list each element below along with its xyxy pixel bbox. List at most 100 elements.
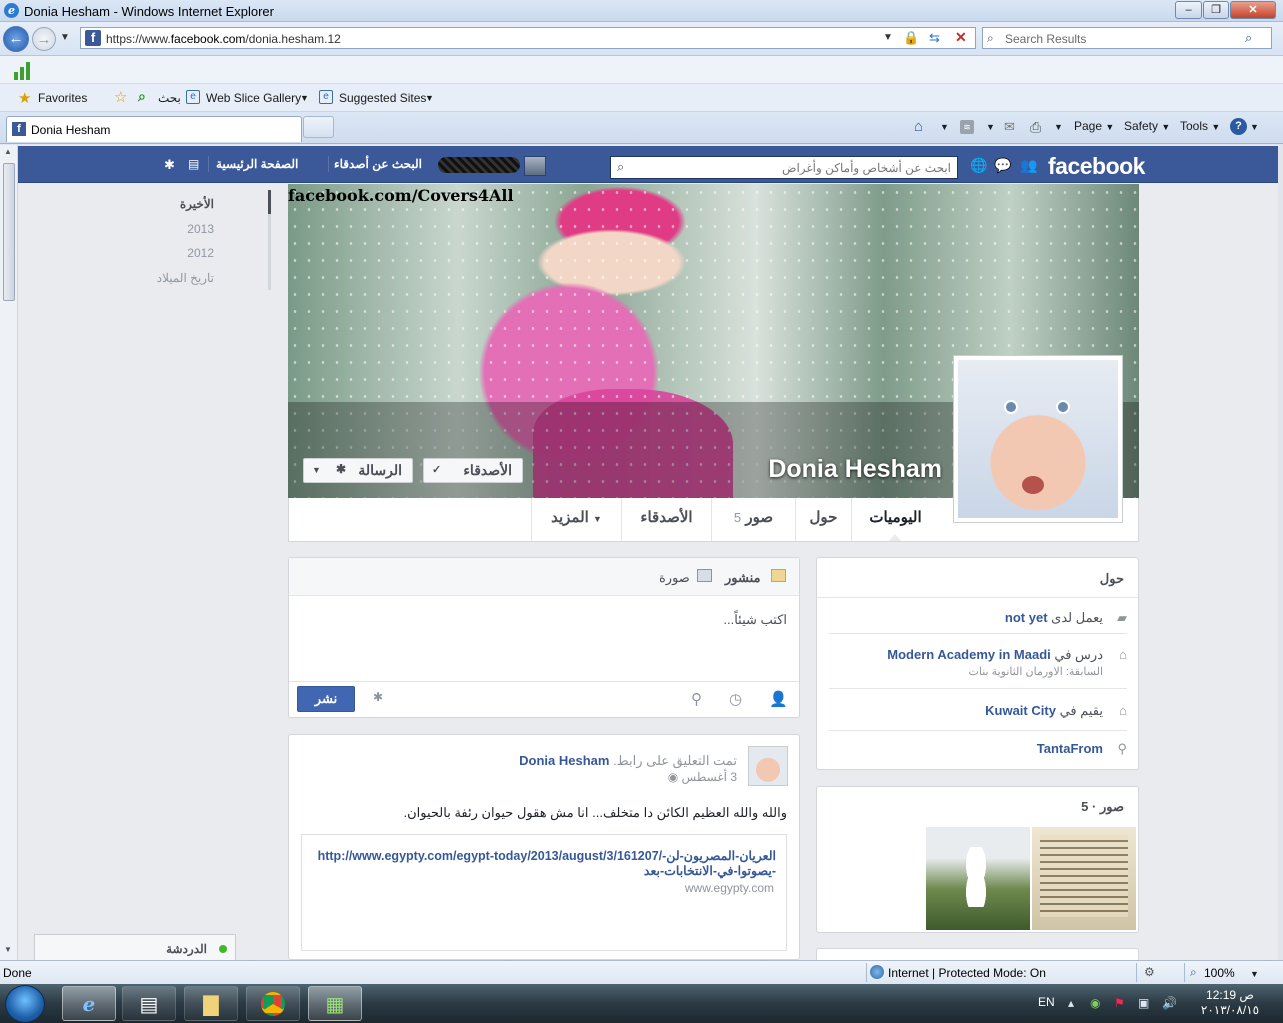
facebook-search-input[interactable]: ابحث عن أشخاص وأماكن وأغراض ⌕: [610, 156, 958, 179]
search-addon-icon[interactable]: ⌕: [138, 88, 146, 105]
lock-icon[interactable]: 🔒: [903, 30, 919, 46]
back-button[interactable]: ←: [3, 26, 29, 52]
message-button[interactable]: الرسالة ✱ ▼: [303, 458, 413, 483]
address-dropdown[interactable]: ▼: [883, 32, 893, 43]
minimize-button[interactable]: –: [1175, 1, 1202, 19]
favorites-button[interactable]: Favorites: [38, 91, 87, 105]
print-icon[interactable]: ⎙: [1030, 119, 1041, 136]
scrollbar-thumb[interactable]: [3, 163, 15, 301]
find-friends-link[interactable]: البحث عن أصدقاء: [334, 157, 422, 171]
year-2012[interactable]: 2012: [114, 246, 214, 260]
safety-menu[interactable]: Safety ▼: [1124, 119, 1170, 133]
photos-title[interactable]: صور · 5: [1081, 799, 1124, 815]
taskbar-explorer[interactable]: ▇: [184, 986, 238, 1021]
start-button[interactable]: [5, 985, 45, 1023]
language-indicator[interactable]: EN: [1038, 995, 1055, 1009]
zoom-dropdown[interactable]: ▼: [1250, 969, 1259, 979]
redacted-username[interactable]: [438, 157, 520, 173]
tools-menu[interactable]: Tools ▼: [1180, 119, 1220, 133]
volume-icon[interactable]: 🔊: [1162, 996, 1177, 1010]
scroll-down-arrow[interactable]: ▼: [4, 945, 12, 954]
shared-link-url[interactable]: http://www.egypty.com/egypt-today/2013/a…: [314, 849, 776, 879]
friends-button[interactable]: الأصدقاء ✓: [423, 458, 523, 483]
post-author-name[interactable]: Donia Hesham: [519, 753, 609, 768]
home-dropdown[interactable]: ▼: [940, 122, 949, 132]
signal-bars-icon[interactable]: [14, 62, 34, 80]
taskbar-ie[interactable]: e: [62, 986, 116, 1021]
mail-icon[interactable]: ✉: [1004, 119, 1015, 135]
home-icon[interactable]: ⌂: [914, 118, 923, 135]
home-link[interactable]: الصفحة الرئيسية: [216, 157, 298, 171]
new-tab-button[interactable]: [303, 116, 334, 138]
scroll-up-arrow[interactable]: ▲: [4, 147, 12, 156]
friend-requests-icon[interactable]: 👥: [1020, 157, 1037, 174]
city-link[interactable]: Kuwait City: [985, 703, 1056, 718]
school-link[interactable]: Modern Academy in Maadi: [887, 647, 1051, 662]
web-slice-gallery-link[interactable]: Web Slice Gallery: [206, 91, 301, 105]
protected-mode-icon[interactable]: ⚙: [1144, 965, 1155, 979]
taskbar-chrome[interactable]: [246, 986, 300, 1021]
photo-thumbnail[interactable]: [1032, 827, 1136, 930]
web-slice-dropdown[interactable]: ▼: [300, 93, 309, 103]
year-2013[interactable]: 2013: [114, 222, 214, 236]
print-dropdown[interactable]: ▼: [1054, 122, 1063, 132]
help-dropdown[interactable]: ▼: [1250, 122, 1259, 132]
recent-pages-dropdown[interactable]: ▼: [60, 32, 70, 43]
audience-gear-icon[interactable]: ✱: [373, 690, 383, 704]
suggested-sites-link[interactable]: Suggested Sites: [339, 91, 426, 105]
tab-friends[interactable]: الأصدقاء: [621, 498, 711, 541]
refresh-icon[interactable]: ⇆: [929, 30, 940, 46]
forward-button[interactable]: →: [32, 27, 56, 51]
facebook-logo[interactable]: facebook: [1048, 153, 1145, 180]
privacy-shortcuts-icon[interactable]: ▤: [188, 157, 199, 171]
clock-icon[interactable]: ◷: [729, 690, 742, 708]
post-author-avatar[interactable]: [748, 746, 788, 786]
composer-input[interactable]: اكتب شيئاً...: [723, 612, 787, 628]
page-menu[interactable]: Page ▼: [1074, 119, 1114, 133]
user-avatar[interactable]: [524, 156, 546, 176]
about-title[interactable]: حول: [1100, 571, 1124, 587]
year-born[interactable]: تاريخ الميلاد: [114, 271, 214, 285]
search-addon-label[interactable]: بحث: [158, 91, 181, 105]
taskbar-media[interactable]: ▤: [122, 986, 176, 1021]
notifications-icon[interactable]: 🌐: [970, 157, 987, 174]
stop-icon[interactable]: ✕: [955, 29, 967, 46]
shared-link-card[interactable]: http://www.egypty.com/egypt-today/2013/a…: [301, 834, 787, 951]
show-hidden-icons[interactable]: ▴: [1068, 996, 1074, 1010]
hometown-link[interactable]: TantaFrom: [1037, 741, 1103, 756]
profile-picture[interactable]: [953, 355, 1123, 523]
location-icon[interactable]: ⚲: [691, 690, 702, 708]
post-button[interactable]: نشر: [297, 686, 355, 712]
action-center-icon[interactable]: ⚑: [1114, 996, 1125, 1010]
chat-bar[interactable]: الدردشة: [34, 934, 236, 960]
photo-thumbnail[interactable]: [926, 827, 1030, 930]
work-link[interactable]: not yet: [1005, 610, 1048, 625]
help-icon[interactable]: ?: [1230, 118, 1247, 135]
security-zone[interactable]: Internet | Protected Mode: On: [888, 966, 1046, 980]
year-recent[interactable]: الأخيرة: [114, 197, 214, 211]
search-icon[interactable]: ⌕: [1245, 30, 1252, 46]
composer-tab-status[interactable]: منشور: [725, 570, 760, 586]
taskbar-video[interactable]: ▦: [308, 986, 362, 1021]
address-bar[interactable]: f https://www.facebook.com/donia.hesham.…: [80, 27, 976, 49]
scrollbar[interactable]: ▲ ▼: [0, 145, 18, 960]
network-app-icon[interactable]: ◉: [1090, 996, 1100, 1010]
tab-photos[interactable]: صور 5: [711, 498, 795, 541]
feeds-dropdown[interactable]: ▼: [986, 122, 995, 132]
close-button[interactable]: ✕: [1230, 1, 1276, 19]
post-date[interactable]: 3 أغسطس ◉: [668, 770, 737, 784]
tag-friends-icon[interactable]: 👤: [769, 690, 788, 708]
search-box[interactable]: ⌕ Search Results ⌕: [982, 27, 1272, 49]
zoom-level[interactable]: 100%: [1204, 966, 1235, 980]
tab-more[interactable]: المزيد ▼: [531, 498, 621, 541]
network-icon[interactable]: ▣: [1138, 996, 1149, 1010]
suggested-sites-dropdown[interactable]: ▼: [425, 93, 434, 103]
maximize-button[interactable]: ❐: [1203, 1, 1229, 19]
add-favorite-icon[interactable]: ☆: [114, 88, 127, 106]
composer-tab-photo[interactable]: صورة: [659, 570, 690, 586]
clock[interactable]: 12:19 ص ٢٠١٣/٠٨/١٥: [1190, 988, 1270, 1018]
profile-name[interactable]: Donia Hesham: [712, 455, 942, 484]
tab-donia-hesham[interactable]: f Donia Hesham: [6, 116, 302, 142]
tab-about[interactable]: حول: [795, 498, 851, 541]
settings-gear-icon[interactable]: ✱: [164, 157, 175, 173]
